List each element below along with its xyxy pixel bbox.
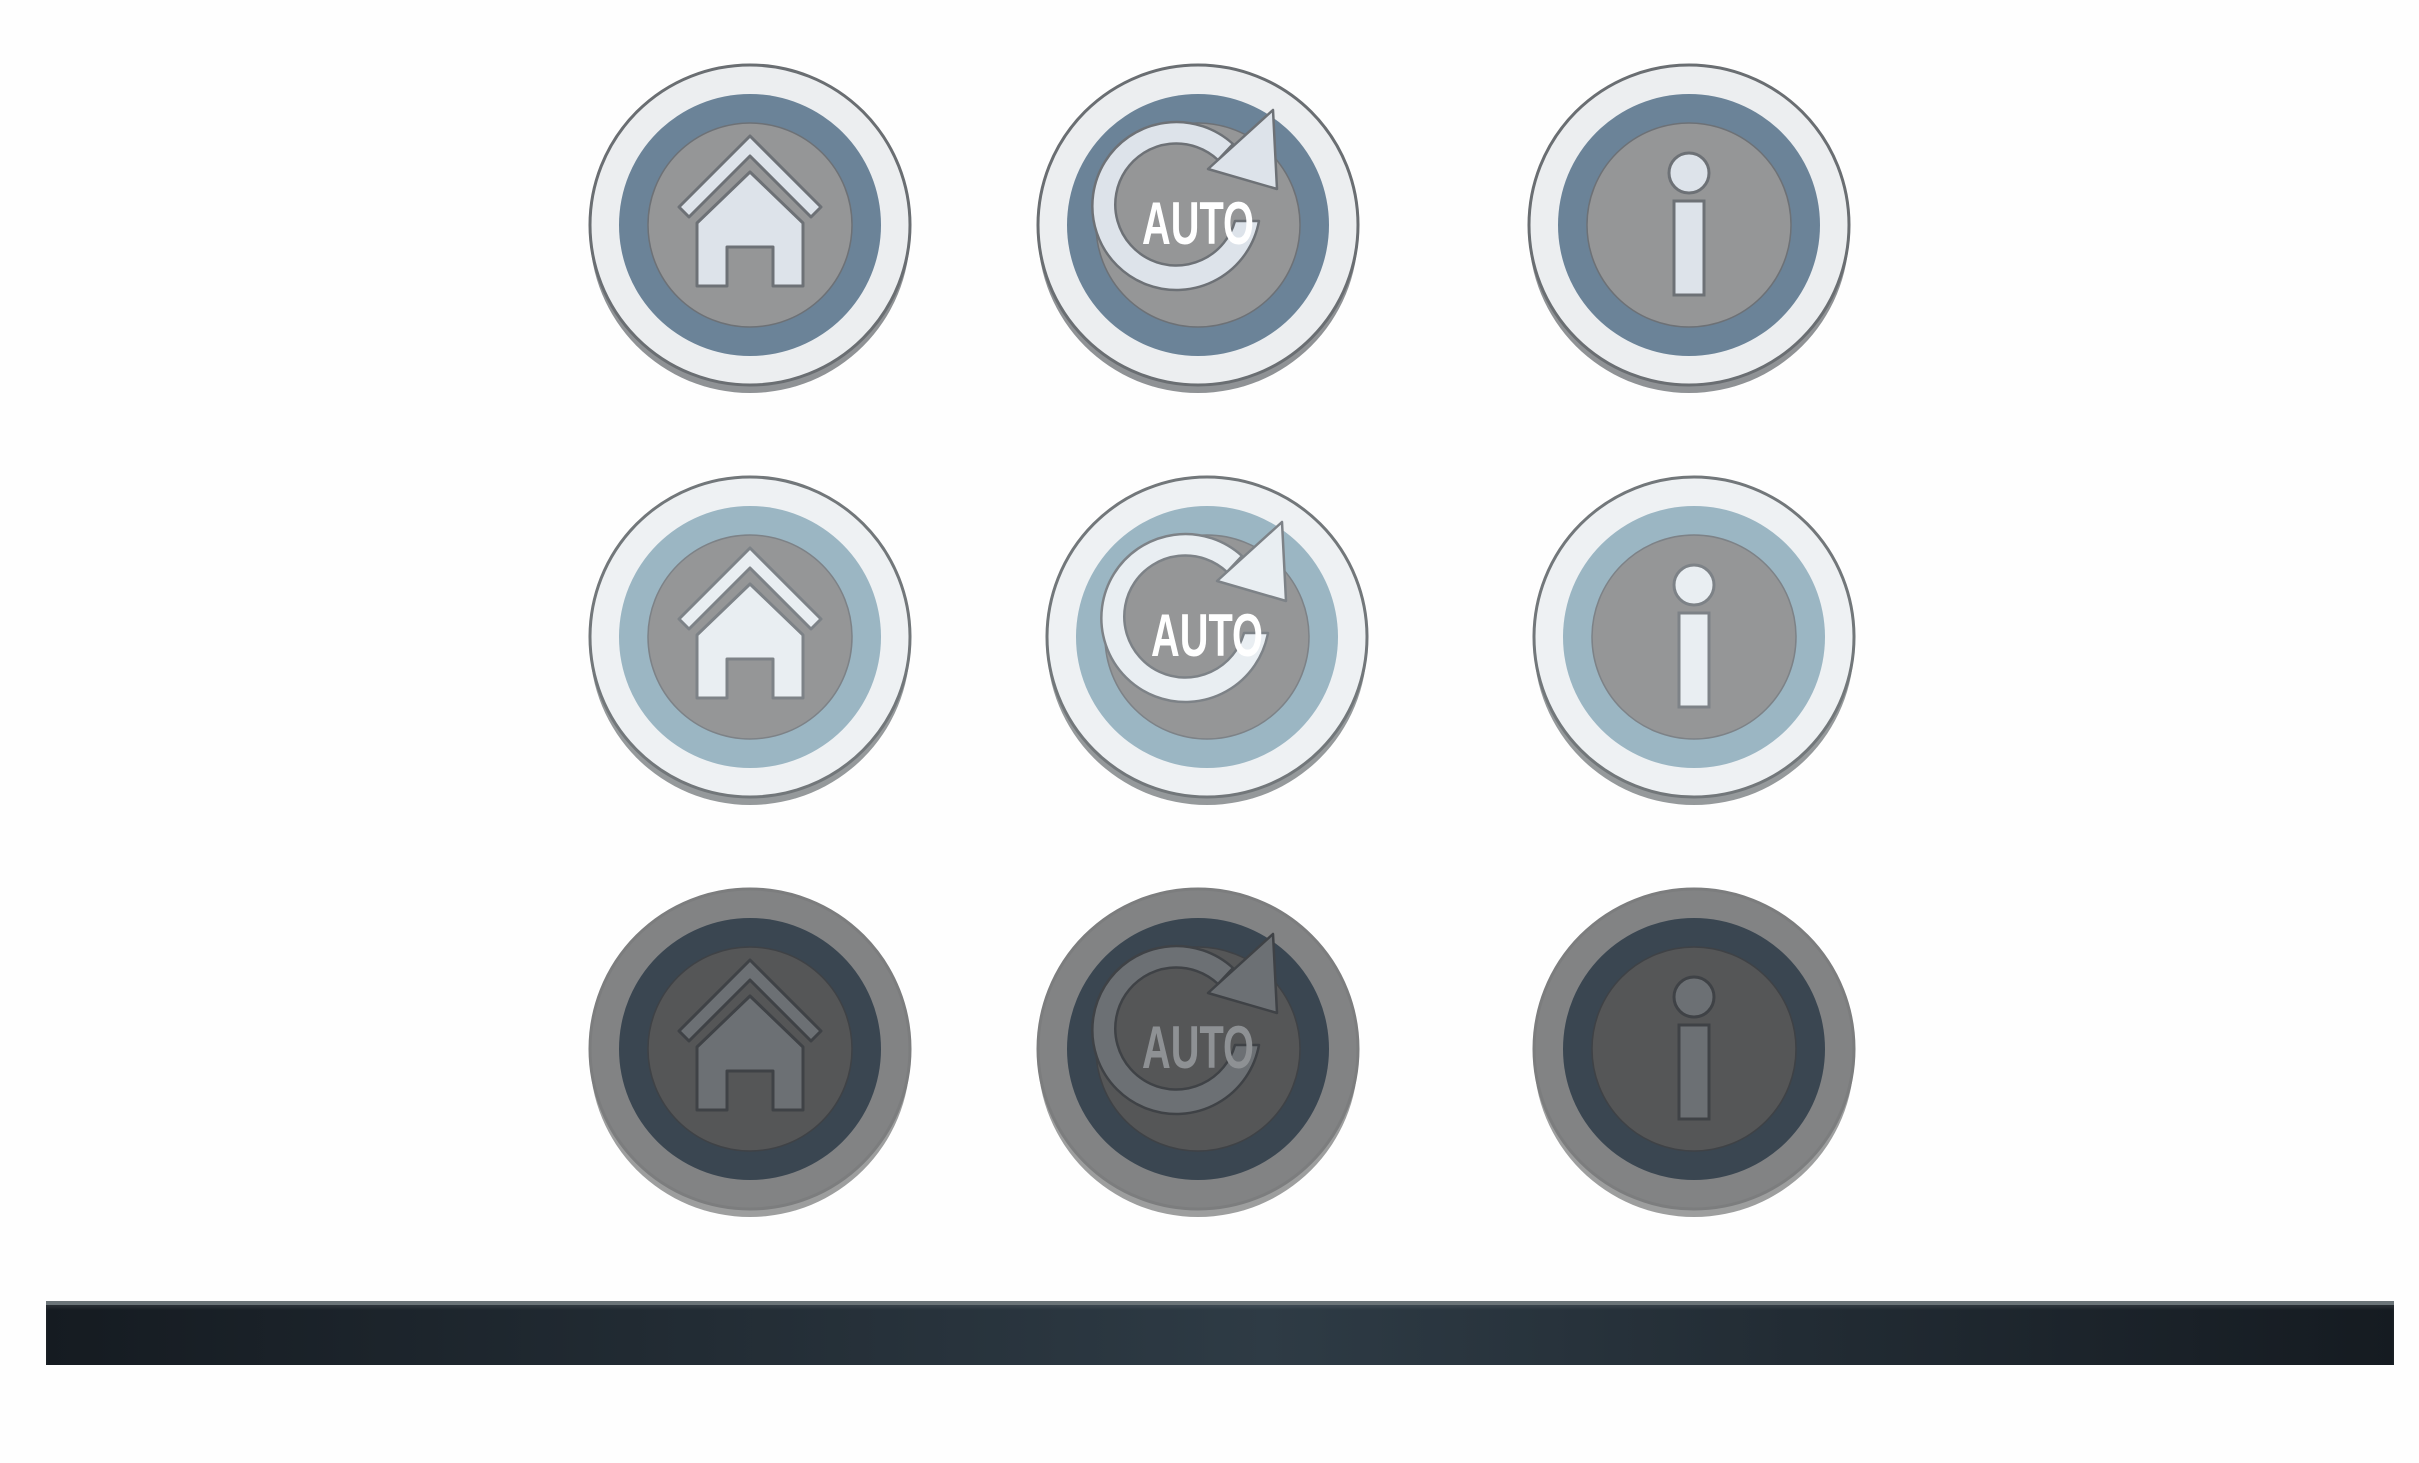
home-button-light[interactable]	[585, 472, 915, 812]
auto-label: AUTO	[1142, 190, 1254, 257]
info-icon	[1672, 563, 1716, 709]
auto-label: AUTO	[1151, 602, 1263, 669]
info-button[interactable]	[1524, 60, 1854, 400]
info-button-disabled	[1532, 887, 1856, 1217]
info-button-light[interactable]	[1529, 472, 1859, 812]
home-button-disabled	[588, 887, 912, 1217]
info-icon	[1672, 975, 1716, 1121]
bottom-toolbar-bar	[46, 1301, 2394, 1365]
auto-button-disabled: AUTO	[1036, 887, 1360, 1217]
home-button[interactable]	[585, 60, 915, 400]
auto-button-light[interactable]: AUTO	[1042, 472, 1372, 812]
auto-button[interactable]: AUTO	[1033, 60, 1363, 400]
auto-label: AUTO	[1142, 1014, 1254, 1081]
info-icon	[1667, 151, 1711, 297]
